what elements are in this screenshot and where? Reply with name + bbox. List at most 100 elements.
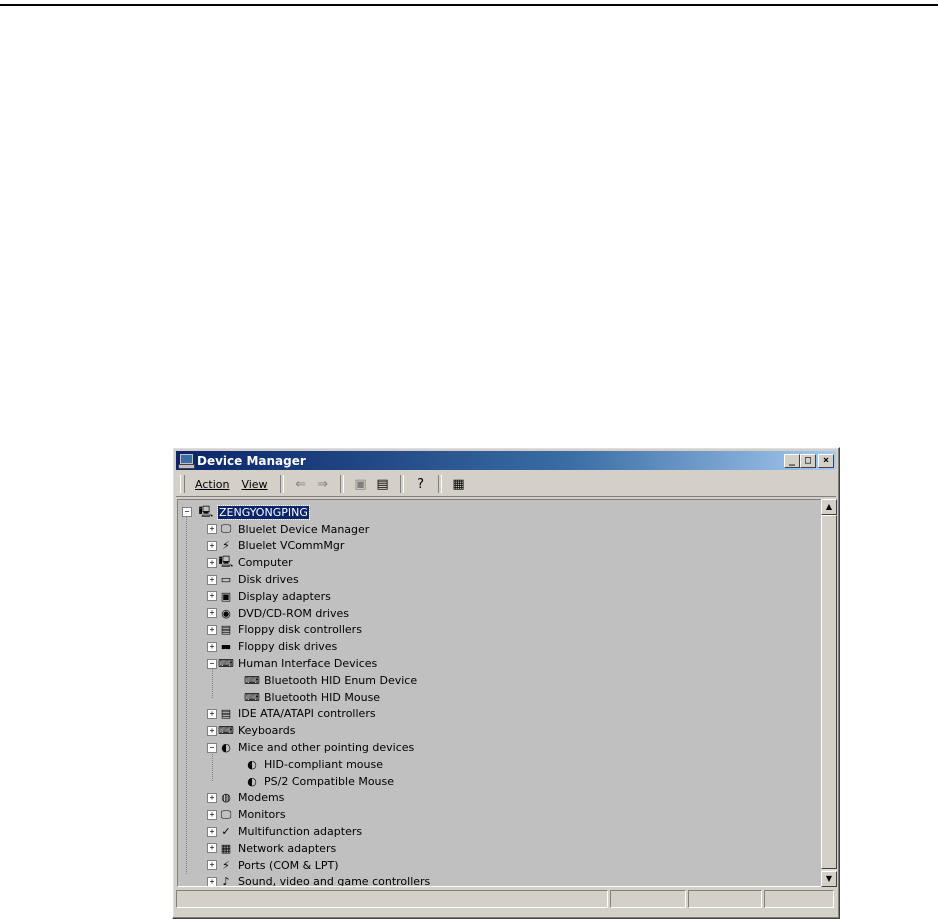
expand-toggle[interactable]: +: [207, 591, 217, 602]
hid-icon: ⌨: [244, 690, 260, 704]
toolbar-separator: [399, 475, 404, 493]
status-pane: [688, 890, 762, 908]
scroll-up-button[interactable]: ▲: [821, 499, 837, 515]
device-tree: − 🖳 ZENGYONGPING + 🖵 Bluelet Device Manage…: [178, 504, 821, 887]
tree-item-label: Floppy disk drives: [238, 640, 338, 654]
tree-category[interactable]: + ⌨ Keyboards: [178, 722, 821, 739]
tree-device[interactable]: ⌨ Bluetooth HID Enum Device: [178, 672, 821, 689]
expand-toggle[interactable]: +: [207, 725, 217, 736]
expand-toggle[interactable]: +: [207, 860, 217, 871]
root-computer-name: ZENGYONGPING: [217, 504, 310, 520]
maximize-button[interactable]: □: [800, 453, 816, 468]
toolbar-separator: [279, 475, 284, 493]
tree-category[interactable]: + 🖵 Bluelet Device Manager: [178, 521, 821, 538]
vertical-scrollbar[interactable]: ▲ ▼: [821, 499, 837, 887]
expand-toggle[interactable]: +: [207, 708, 217, 719]
mouse-icon: ◐: [247, 774, 257, 788]
expand-toggle[interactable]: +: [207, 876, 217, 886]
expand-toggle[interactable]: +: [207, 843, 217, 854]
expand-toggle[interactable]: +: [207, 624, 217, 635]
tree-item-label: Multifunction adapters: [238, 825, 363, 839]
disk-icon: ▭: [220, 573, 232, 587]
tree-device[interactable]: ◐ PS/2 Compatible Mouse: [178, 773, 821, 790]
tree-category[interactable]: + ▬ Floppy disk drives: [178, 638, 821, 655]
toolbar-grip[interactable]: [180, 475, 185, 493]
tree-device[interactable]: ◐ HID-compliant mouse: [178, 756, 821, 773]
properties-icon[interactable]: ▤: [372, 474, 394, 494]
cdrom-icon: ◉: [221, 606, 231, 620]
tree-item-label: PS/2 Compatible Mouse: [264, 774, 395, 788]
scroll-thumb[interactable]: [821, 515, 837, 869]
expand-toggle[interactable]: +: [207, 574, 217, 585]
mouse-icon: ◐: [221, 741, 231, 755]
tree-category[interactable]: + 🖳 Computer: [178, 554, 821, 571]
expand-toggle[interactable]: +: [207, 557, 217, 568]
tree-item-label: DVD/CD-ROM drives: [238, 606, 349, 620]
tree-item-label: Monitors: [238, 808, 286, 822]
tree-category[interactable]: + ⚡ Bluelet VCommMgr: [178, 538, 821, 555]
tree-item-label: Computer: [238, 556, 293, 570]
tree-category[interactable]: + ✓ Multifunction adapters: [178, 823, 821, 840]
expand-toggle[interactable]: +: [207, 524, 217, 535]
title-bar[interactable]: Device Manager _ □ ×: [176, 451, 836, 470]
close-button[interactable]: ×: [818, 453, 834, 468]
port-icon: ⚡: [222, 858, 230, 872]
expand-toggle[interactable]: +: [207, 809, 217, 820]
tree-category[interactable]: + ▣ Display adapters: [178, 588, 821, 605]
up-folder-icon[interactable]: ▣: [350, 474, 372, 494]
scan-hardware-icon[interactable]: ▦: [448, 474, 470, 494]
tree-item-label: Floppy disk controllers: [238, 623, 362, 637]
back-arrow-icon[interactable]: ⇐: [290, 474, 312, 494]
expand-toggle[interactable]: +: [207, 792, 217, 803]
tree-item-label: Bluelet VCommMgr: [238, 539, 345, 553]
help-icon[interactable]: ?: [410, 474, 432, 494]
network-icon: ▦: [220, 841, 232, 855]
tree-root[interactable]: − 🖳 ZENGYONGPING: [178, 504, 821, 521]
view-menu[interactable]: View: [235, 476, 273, 493]
collapse-toggle[interactable]: −: [207, 742, 217, 753]
minimize-button[interactable]: _: [784, 453, 800, 468]
tree-item-label: Bluetooth HID Mouse: [264, 690, 381, 704]
display-icon: ▣: [220, 589, 232, 603]
keyboard-icon: ⌨: [218, 724, 234, 738]
tree-category[interactable]: + ◍ Modems: [178, 790, 821, 807]
tree-item-label: IDE ATA/ATAPI controllers: [238, 707, 376, 721]
tree-category[interactable]: + ◉ DVD/CD-ROM drives: [178, 605, 821, 622]
tree-item-label: Mice and other pointing devices: [238, 741, 415, 755]
port-icon: ⚡: [222, 539, 230, 553]
forward-arrow-icon[interactable]: ⇒: [312, 474, 334, 494]
tree-item-label: Human Interface Devices: [238, 657, 378, 671]
tree-category[interactable]: + ▦ Network adapters: [178, 840, 821, 857]
tree-category[interactable]: + ⚡ Ports (COM & LPT): [178, 857, 821, 874]
status-bar: [176, 890, 836, 910]
tree-category[interactable]: + 🖵 Monitors: [178, 806, 821, 823]
tree-item-label: HID-compliant mouse: [264, 757, 383, 771]
device-tree-pane[interactable]: − 🖳 ZENGYONGPING + 🖵 Bluelet Device Manage…: [177, 499, 822, 887]
expand-toggle[interactable]: +: [207, 641, 217, 652]
device-manager-icon: [178, 453, 195, 469]
expand-toggle[interactable]: +: [207, 826, 217, 837]
tree-category[interactable]: + ▤ Floppy disk controllers: [178, 622, 821, 639]
computer-icon: 🖳: [218, 555, 234, 569]
multifunction-icon: ✓: [221, 825, 231, 839]
tree-category[interactable]: − ◐ Mice and other pointing devices: [178, 739, 821, 756]
collapse-toggle[interactable]: −: [182, 507, 192, 518]
tree-category[interactable]: + ▤ IDE ATA/ATAPI controllers: [178, 706, 821, 723]
tree-device[interactable]: ⌨ Bluetooth HID Mouse: [178, 689, 821, 706]
hid-icon: ⌨: [218, 657, 234, 671]
tree-category[interactable]: + ♪ Sound, video and game controllers: [178, 874, 821, 887]
expand-toggle[interactable]: +: [207, 540, 217, 551]
tree-item-label: Sound, video and game controllers: [238, 875, 431, 887]
tree-category[interactable]: − ⌨ Human Interface Devices: [178, 655, 821, 672]
tree-category[interactable]: + ▭ Disk drives: [178, 571, 821, 588]
controller-icon: ▤: [220, 707, 232, 721]
scroll-down-button[interactable]: ▼: [821, 871, 837, 887]
expand-toggle[interactable]: +: [207, 608, 217, 619]
toolbar: Action View ⇐ ⇒ ▣ ▤ ? ▦: [176, 472, 836, 497]
collapse-toggle[interactable]: −: [207, 658, 217, 669]
action-menu[interactable]: Action: [189, 476, 235, 493]
tree-item-label: Bluetooth HID Enum Device: [264, 673, 418, 687]
monitor-icon: 🖵: [220, 522, 232, 536]
device-manager-window: Device Manager _ □ × Action View ⇐ ⇒ ▣ ▤…: [172, 447, 840, 919]
hid-icon: ⌨: [244, 673, 260, 687]
